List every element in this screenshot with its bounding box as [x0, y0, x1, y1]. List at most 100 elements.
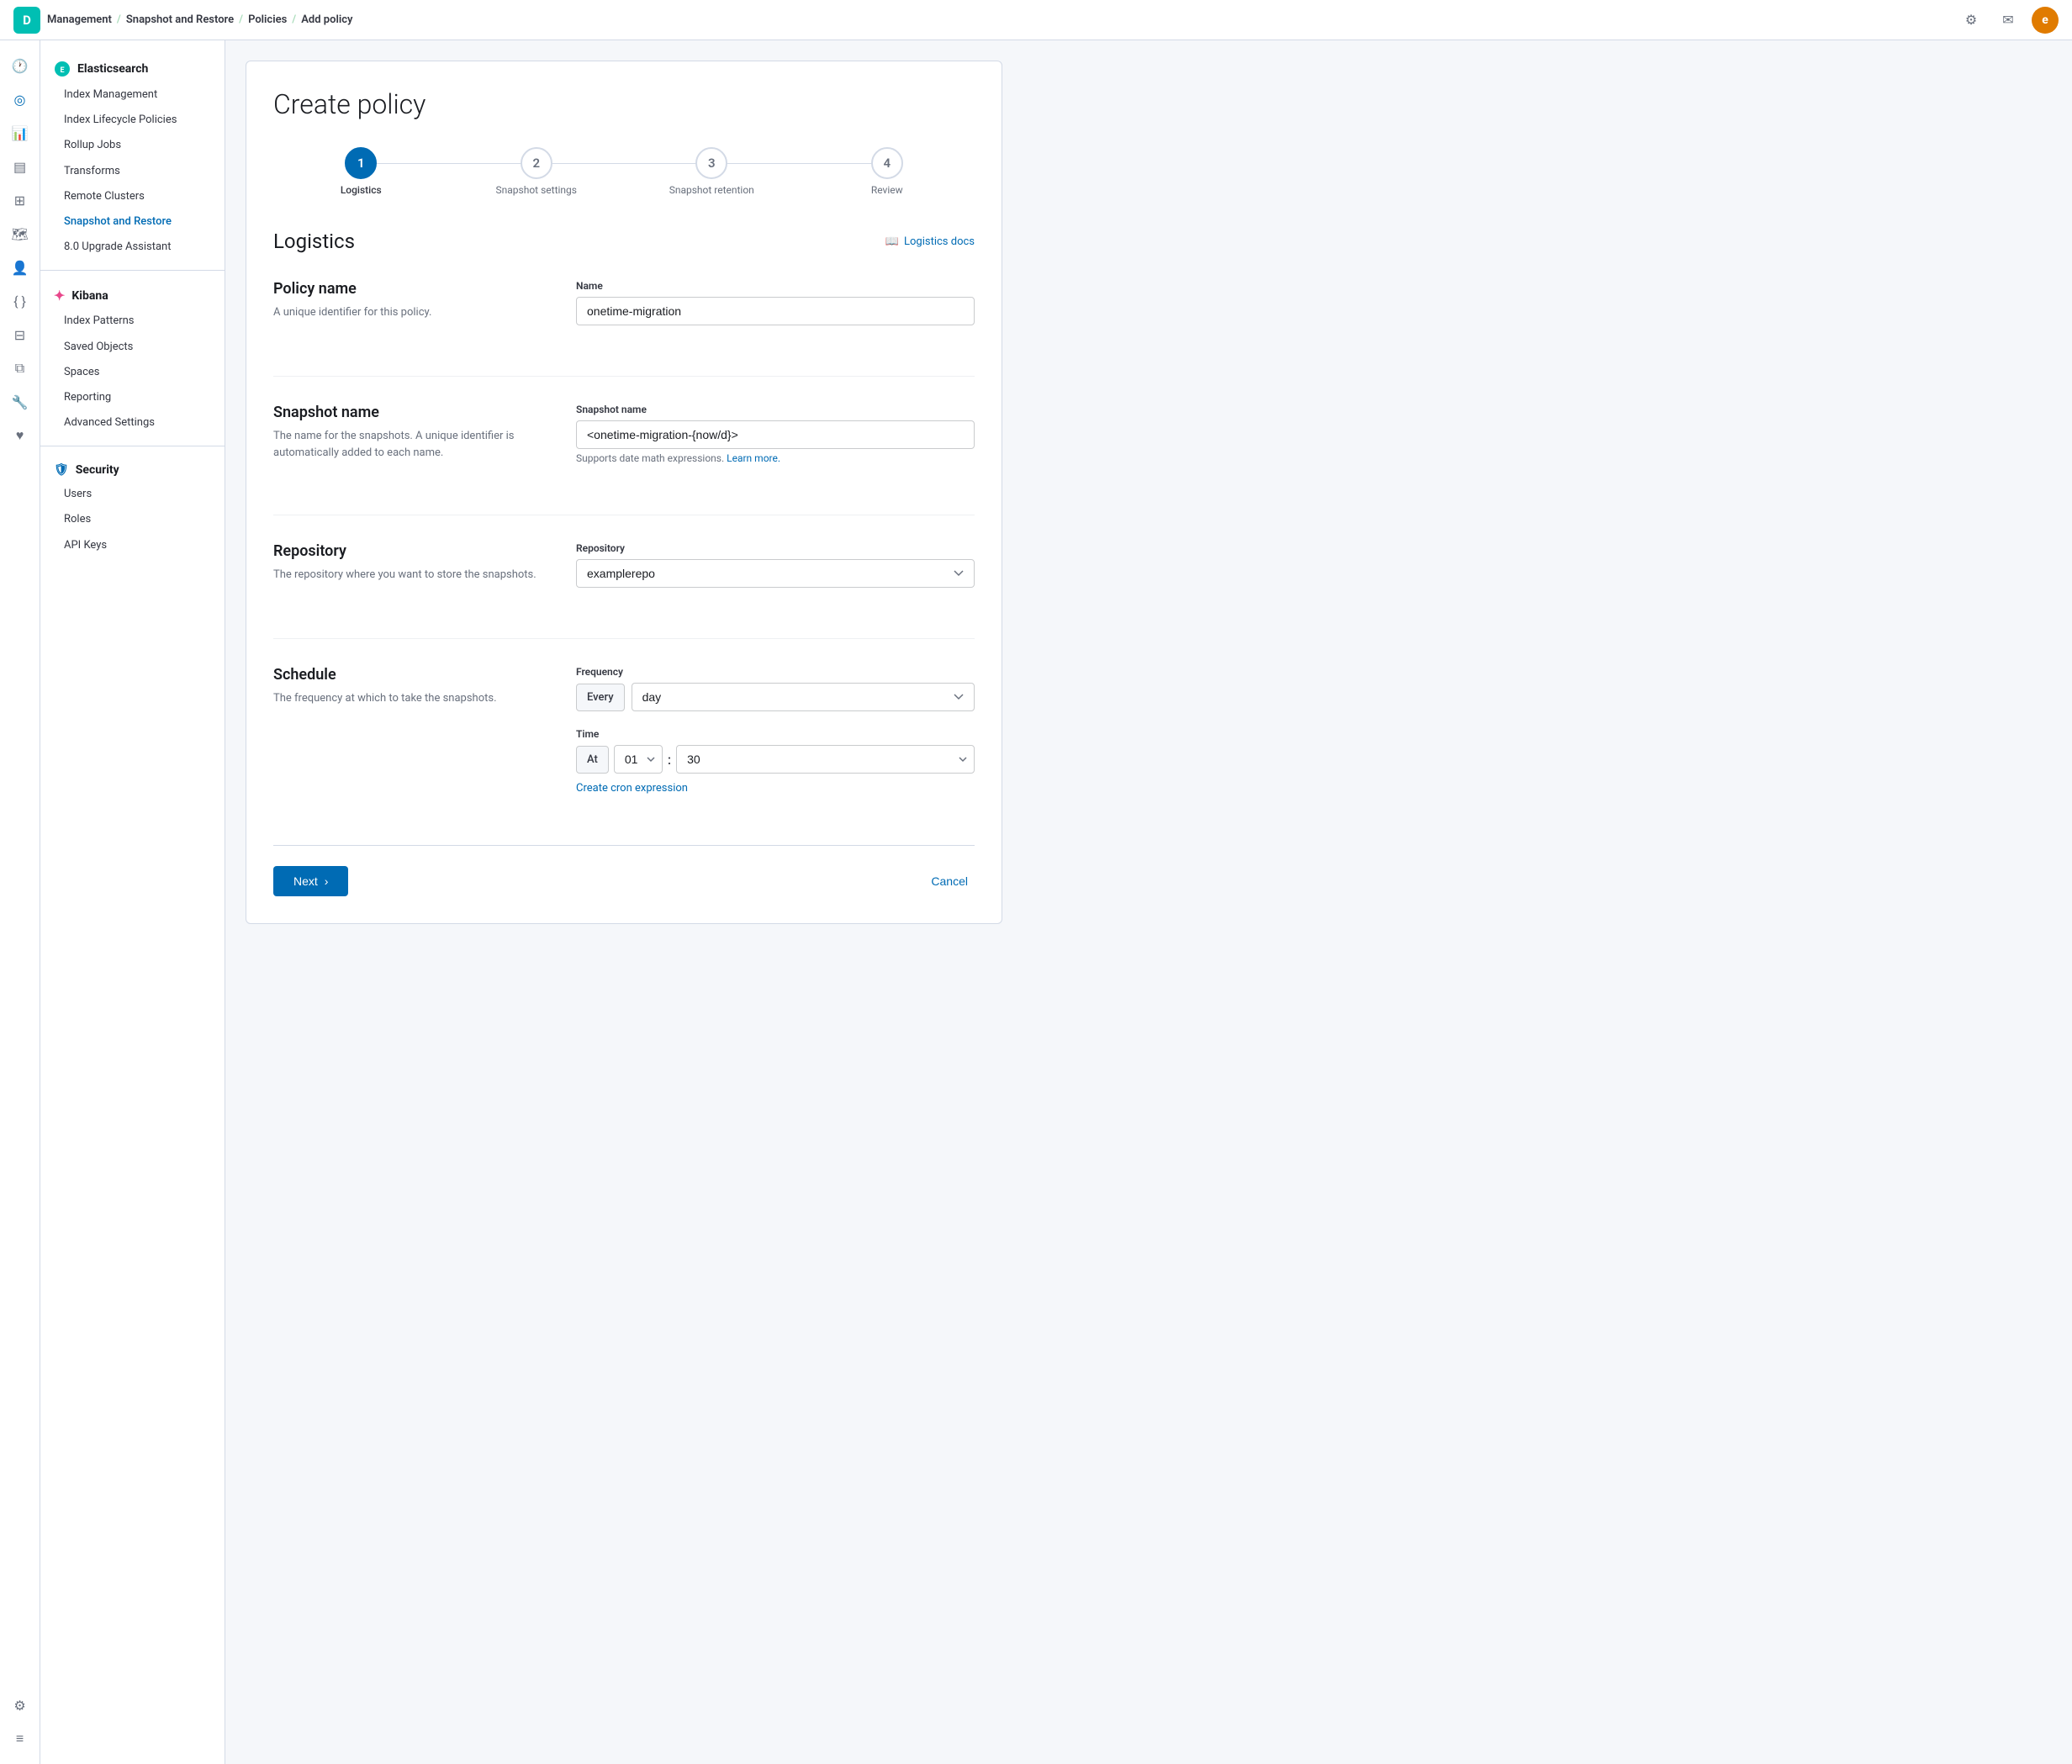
schedule-section: Schedule The frequency at which to take … — [273, 666, 975, 811]
svg-text:E: E — [60, 66, 64, 75]
snapshot-name-heading: Snapshot name — [273, 404, 542, 421]
stack-icon[interactable]: ⊟ — [5, 320, 35, 350]
security-section-title: 🛡 Security — [40, 457, 225, 482]
top-nav: D Management / Snapshot and Restore / Po… — [0, 0, 2072, 40]
snapshot-name-desc: The name for the snapshots. A unique ide… — [273, 428, 542, 461]
sidebar-item-roles[interactable]: Roles — [40, 507, 225, 532]
chart-icon[interactable]: 📊 — [5, 118, 35, 148]
sidebar-item-users[interactable]: Users — [40, 482, 225, 507]
name-field-group: Name — [576, 280, 975, 325]
repository-heading: Repository — [273, 542, 542, 560]
repository-right: Repository examplerepo — [576, 542, 975, 605]
frequency-row: Every day — [576, 683, 975, 711]
breadcrumb-add-policy: Add policy — [301, 13, 352, 26]
top-nav-icons: ⚙ ✉ e — [1958, 7, 2059, 34]
sidebar-item-spaces[interactable]: Spaces — [40, 360, 225, 385]
schedule-right: Frequency Every day Time At — [576, 666, 975, 811]
repository-left: Repository The repository where you want… — [273, 542, 542, 605]
minute-select[interactable]: 30 — [676, 745, 975, 774]
step-1-circle: 1 — [345, 147, 377, 179]
step-1[interactable]: 1 Logistics — [273, 147, 449, 196]
compass-icon[interactable]: ◎ — [5, 84, 35, 114]
wrench-icon[interactable]: 🔧 — [5, 387, 35, 417]
snapshot-name-field-group: Snapshot name Supports date math express… — [576, 404, 975, 464]
gear-icon[interactable]: ⚙ — [5, 1690, 35, 1720]
sidebar-item-index-patterns[interactable]: Index Patterns — [40, 309, 225, 334]
elasticsearch-section-title: E Elasticsearch — [40, 54, 225, 82]
schedule-desc: The frequency at which to take the snaps… — [273, 690, 542, 707]
step-2[interactable]: 2 Snapshot settings — [449, 147, 625, 196]
step-1-label: Logistics — [341, 184, 382, 196]
next-button[interactable]: Next › — [273, 866, 348, 896]
breadcrumb-sep-1: / — [117, 13, 121, 26]
security-icon: 🛡 — [54, 463, 69, 477]
sidebar-divider-1 — [40, 270, 225, 271]
sidebar-item-api-keys[interactable]: API Keys — [40, 533, 225, 558]
breadcrumb-management[interactable]: Management — [47, 13, 112, 26]
snapshot-name-input[interactable] — [576, 420, 975, 449]
code-icon[interactable]: { } — [5, 286, 35, 316]
step-3-circle: 3 — [695, 147, 727, 179]
policy-name-input[interactable] — [576, 297, 975, 325]
sidebar-item-rollup[interactable]: Rollup Jobs — [40, 133, 225, 158]
sidebar: E Elasticsearch Index Management Index L… — [40, 40, 225, 1764]
policy-name-right: Name — [576, 280, 975, 342]
policy-name-section: Policy name A unique identifier for this… — [273, 280, 975, 342]
sidebar-item-saved-objects[interactable]: Saved Objects — [40, 335, 225, 360]
sidebar-item-reporting[interactable]: Reporting — [40, 385, 225, 410]
heart-icon[interactable]: ♥ — [5, 420, 35, 451]
step-4-circle: 4 — [871, 147, 903, 179]
user-avatar[interactable]: e — [2032, 7, 2059, 34]
table-icon[interactable]: ▤ — [5, 151, 35, 182]
sidebar-item-ilm[interactable]: Index Lifecycle Policies — [40, 108, 225, 133]
learn-more-link[interactable]: Learn more. — [727, 452, 780, 464]
menu-icon[interactable]: ≡ — [5, 1724, 35, 1754]
book-icon: 📖 — [885, 235, 899, 248]
logistics-docs-label: Logistics docs — [904, 235, 975, 248]
time-colon: : — [668, 752, 671, 768]
step-2-label: Snapshot settings — [496, 184, 577, 196]
cron-expression-link[interactable]: Create cron expression — [576, 782, 688, 795]
divider-1 — [273, 376, 975, 377]
every-badge: Every — [576, 684, 625, 711]
footer-buttons: Next › Cancel — [273, 845, 975, 896]
sidebar-item-advanced-settings[interactable]: Advanced Settings — [40, 410, 225, 436]
next-arrow-icon: › — [325, 874, 329, 888]
at-badge: At — [576, 746, 609, 774]
elasticsearch-title: Elasticsearch — [77, 62, 148, 76]
name-field-label: Name — [576, 280, 975, 292]
time-field-group: Time At 01 : 30 Create cron expression — [576, 728, 975, 795]
breadcrumb-policies[interactable]: Policies — [248, 13, 287, 26]
next-button-label: Next — [293, 874, 318, 888]
snapshot-name-hint: Supports date math expressions. Learn mo… — [576, 452, 975, 464]
frequency-field-group: Frequency Every day — [576, 666, 975, 711]
mail-icon[interactable]: ✉ — [1995, 7, 2022, 34]
sidebar-item-transforms[interactable]: Transforms — [40, 159, 225, 184]
settings-icon[interactable]: ⚙ — [1958, 7, 1985, 34]
map-icon[interactable]: 🗺 — [5, 219, 35, 249]
schedule-left: Schedule The frequency at which to take … — [273, 666, 542, 811]
app-logo[interactable]: D — [13, 7, 40, 34]
frequency-label: Frequency — [576, 666, 975, 678]
clock-icon[interactable]: 🕐 — [5, 50, 35, 81]
repository-select[interactable]: examplerepo — [576, 559, 975, 588]
grid-icon[interactable]: ⊞ — [5, 185, 35, 215]
policy-name-heading: Policy name — [273, 280, 542, 298]
sidebar-item-upgrade[interactable]: 8.0 Upgrade Assistant — [40, 235, 225, 260]
step-4[interactable]: 4 Review — [800, 147, 975, 196]
breadcrumb-snapshot-restore[interactable]: Snapshot and Restore — [126, 13, 234, 26]
snapshot-name-field-label: Snapshot name — [576, 404, 975, 415]
user-icon[interactable]: 👤 — [5, 252, 35, 283]
icon-rail: 🕐 ◎ 📊 ▤ ⊞ 🗺 👤 { } ⊟ ⧉ 🔧 ♥ ⚙ ≡ — [0, 40, 40, 1764]
snapshot-name-left: Snapshot name The name for the snapshots… — [273, 404, 542, 481]
cancel-button[interactable]: Cancel — [924, 866, 975, 896]
layers-icon[interactable]: ⧉ — [5, 353, 35, 383]
repository-desc: The repository where you want to store t… — [273, 567, 542, 584]
step-3[interactable]: 3 Snapshot retention — [624, 147, 800, 196]
logistics-docs-link[interactable]: 📖 Logistics docs — [885, 235, 975, 248]
sidebar-item-index-management[interactable]: Index Management — [40, 82, 225, 108]
frequency-select[interactable]: day — [632, 683, 975, 711]
sidebar-item-remote-clusters[interactable]: Remote Clusters — [40, 184, 225, 209]
hour-select[interactable]: 01 — [614, 745, 663, 774]
sidebar-item-snapshot-restore[interactable]: Snapshot and Restore — [40, 209, 225, 235]
